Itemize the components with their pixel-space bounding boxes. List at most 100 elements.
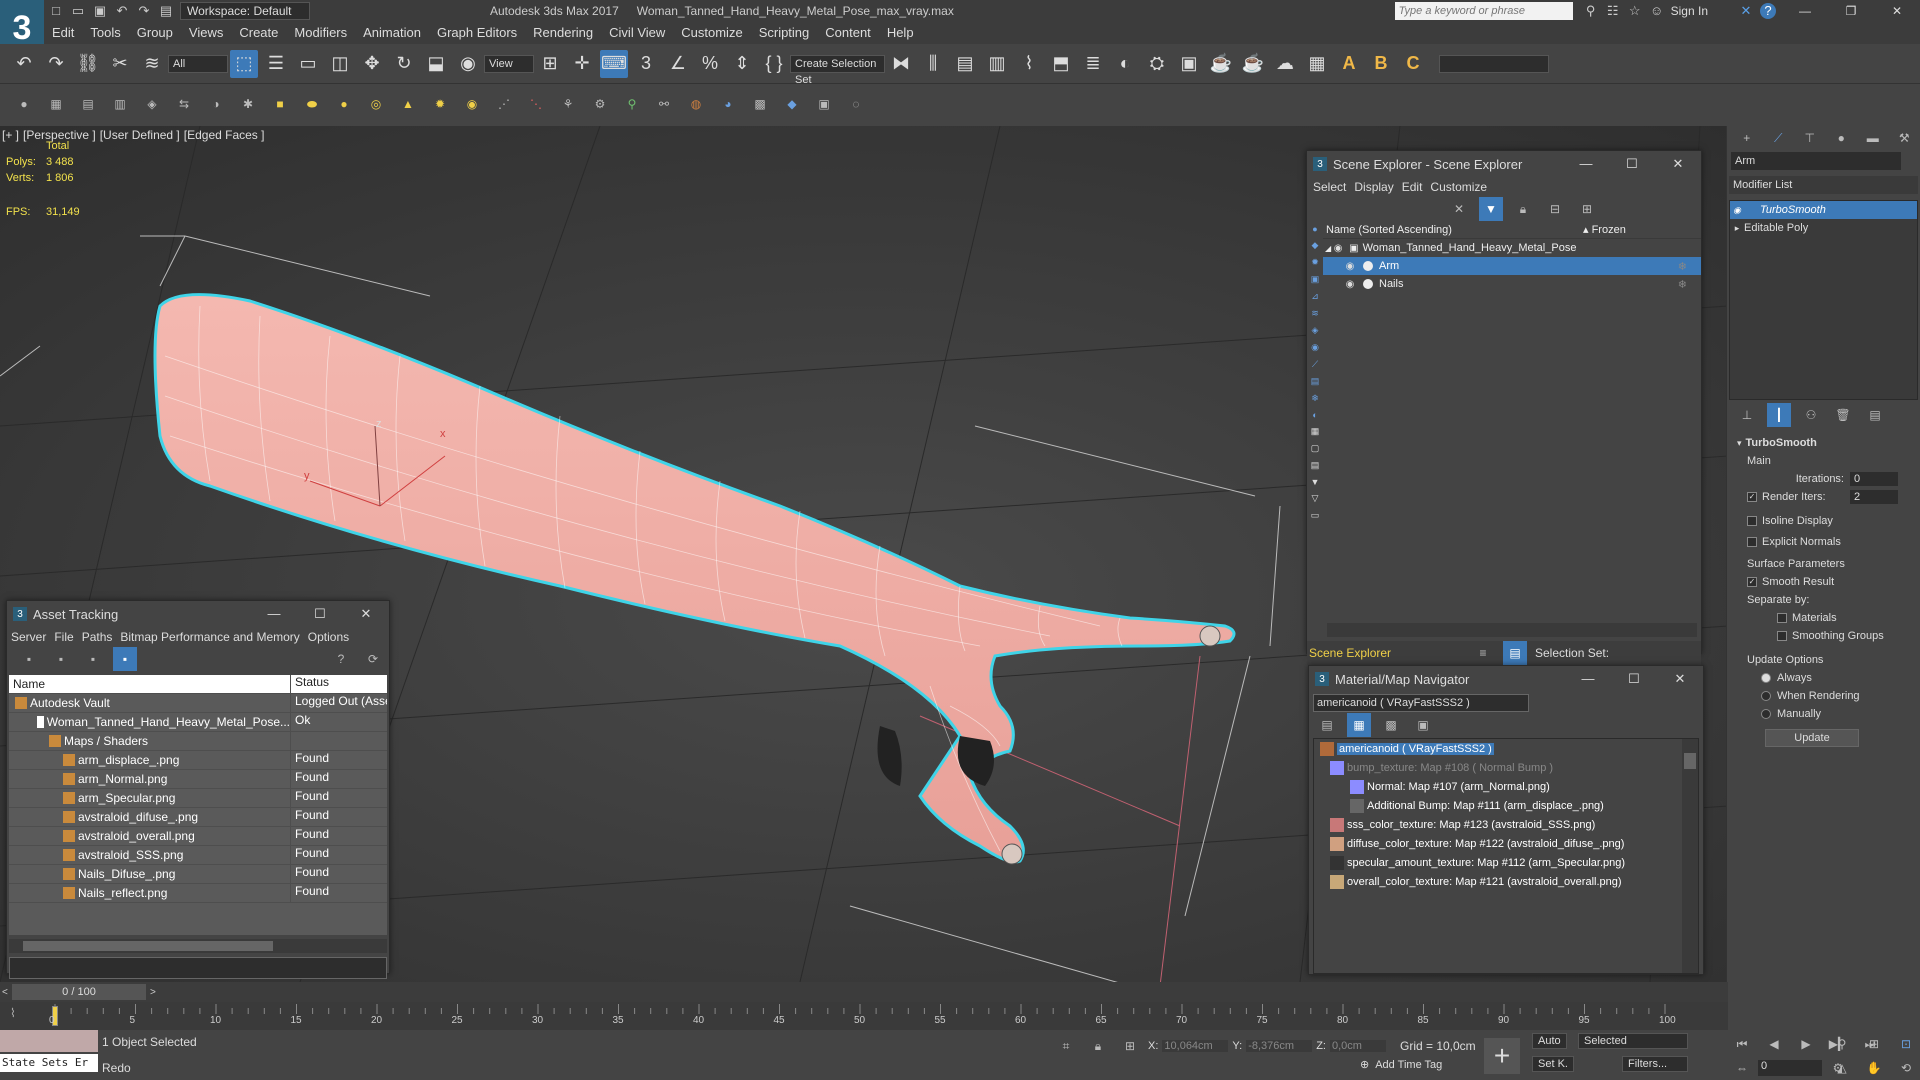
key-filter-select[interactable]: Selected (1578, 1033, 1688, 1049)
manually-radio[interactable] (1761, 709, 1771, 719)
clear-search-icon[interactable]: ✕ (1447, 197, 1471, 221)
filter-cameras-icon[interactable]: ▣ (1311, 274, 1320, 285)
details-view-icon[interactable]: ▪ (113, 647, 137, 671)
menu-graph-editors[interactable]: Graph Editors (429, 22, 525, 44)
motion-tab-icon[interactable]: ● (1830, 126, 1854, 150)
display-tab-icon[interactable]: ▬ (1861, 126, 1885, 150)
map-item[interactable]: overall_color_texture: Map #121 (avstral… (1314, 872, 1680, 891)
track-bar[interactable]: ⌇ 0 5 10 15 20 25 30 35 40 45 50 55 60 65 70 75 80 85 90 95… (0, 1002, 1728, 1030)
tree-item-nails[interactable]: ◉ Nails ❄ (1323, 275, 1701, 293)
lock-icon[interactable]: 🔒︎ (1511, 197, 1535, 221)
visibility-eye-icon[interactable]: ◉ (1343, 261, 1357, 272)
asset-row[interactable]: avstraloid_difuse_.png Found (9, 808, 387, 827)
always-radio[interactable] (1761, 673, 1771, 683)
render-iters-checkbox[interactable]: ✓ (1747, 492, 1757, 502)
toolbar2-icon-7[interactable]: ✱ (236, 92, 260, 116)
asset-menu-bitmap-performance-and-memory[interactable]: Bitmap Performance and Memory (120, 630, 299, 644)
help-icon[interactable]: ? (1760, 3, 1776, 19)
layer-stack-icon[interactable]: ≡ (1471, 641, 1495, 665)
orbit-icon[interactable]: ⟲ (1894, 1056, 1918, 1080)
mirror-icon[interactable]: ⧓ (887, 50, 915, 78)
toolbar2-icon-14[interactable]: ◍ (684, 92, 708, 116)
bind-space-warp-icon[interactable]: ≋ (138, 50, 166, 78)
show-end-result-icon[interactable]: ┃ (1767, 403, 1791, 427)
minimize-button[interactable]: — (251, 606, 297, 622)
tree-root-item[interactable]: ◢ ◉ ▣ Woman_Tanned_Hand_Heavy_Metal_Pose (1323, 239, 1701, 257)
render-iterative-icon[interactable]: ☕ (1239, 50, 1267, 78)
toolbar2-icon-5[interactable]: ⇆ (172, 92, 196, 116)
modifier-turbosmooth[interactable]: ◉ TurboSmooth (1730, 201, 1917, 219)
asset-row[interactable]: avstraloid_overall.png Found (9, 827, 387, 846)
vray-c-icon[interactable]: C (1399, 50, 1427, 78)
key-filters-button[interactable]: Filters... (1622, 1056, 1688, 1072)
filter-hidden-icon[interactable]: ◐ (1312, 410, 1317, 420)
display-children-icon[interactable]: ▭ (1311, 510, 1320, 521)
toolbar2-icon-13[interactable]: ⚯ (652, 92, 676, 116)
view-list-icon[interactable]: ▤ (1315, 713, 1339, 737)
rollout-header[interactable]: ▾ TurboSmooth (1737, 434, 1910, 452)
remove-modifier-icon[interactable]: 🗑︎ (1831, 403, 1855, 427)
toolbar2-icon-8[interactable]: ⋰ (492, 92, 516, 116)
map-item[interactable]: Additional Bump: Map #111 (arm_displace_… (1314, 796, 1680, 815)
edit-named-selection-icon[interactable]: { } (760, 50, 788, 78)
tree-item-arm[interactable]: ◉ Arm ❄ (1323, 257, 1701, 275)
tree-view-icon[interactable]: ▪ (49, 647, 73, 671)
viewport-plus-menu[interactable]: [+ ] (2, 128, 19, 142)
time-tag-area[interactable]: ⊕ Add Time Tag (1360, 1058, 1442, 1072)
absolute-mode-icon[interactable]: ⊞ (1118, 1034, 1142, 1058)
map-item[interactable]: sss_color_texture: Map #123 (avstraloid_… (1314, 815, 1680, 834)
menu-create[interactable]: Create (231, 22, 286, 44)
time-slider-thumb[interactable]: 0 / 100 (12, 984, 146, 1000)
window-crossing-icon[interactable]: ◫ (326, 50, 354, 78)
zoom-all-icon[interactable]: ⊞ (1862, 1032, 1886, 1056)
material-editor-icon[interactable]: ◐ (1111, 50, 1139, 78)
nail-pinky[interactable] (1001, 843, 1023, 865)
keyboard-shortcut-override-icon[interactable]: ⌨ (600, 49, 628, 78)
map-item[interactable]: specular_amount_texture: Map #112 (arm_S… (1314, 853, 1680, 872)
light-icon[interactable]: ✹ (428, 92, 452, 116)
layers-icon[interactable]: ⊞ (1575, 197, 1599, 221)
display-none-icon[interactable]: ▢ (1311, 443, 1320, 454)
viewport-shading-menu[interactable]: [User Defined ] (100, 128, 180, 142)
map-item[interactable]: diffuse_color_texture: Map #122 (avstral… (1314, 834, 1680, 853)
time-slider[interactable]: < 0 / 100 > (0, 982, 1728, 1002)
rotate-icon[interactable]: ↻ (390, 50, 418, 78)
smooth-result-checkbox[interactable]: ✓ (1747, 577, 1757, 587)
expand-arrow-icon[interactable]: ▸ (1730, 223, 1744, 234)
map-item[interactable]: Normal: Map #107 (arm_Normal.png) (1314, 777, 1680, 796)
align-icon[interactable]: ⫼ (919, 50, 947, 78)
menu-modifiers[interactable]: Modifiers (286, 22, 355, 44)
asset-row[interactable]: avstraloid_SSS.png Found (9, 846, 387, 865)
rect-selection-icon[interactable]: ▭ (294, 50, 322, 78)
z-coord-field[interactable]: 0,0cm (1329, 1040, 1386, 1052)
render-setup-icon[interactable]: ⛭ (1143, 50, 1171, 78)
filter-containers-icon[interactable]: ▤ (1311, 376, 1320, 387)
status-column-header[interactable]: Status (291, 675, 387, 693)
material-name-field[interactable]: americanoid ( VRayFastSSS2 ) (1313, 694, 1529, 712)
asset-row[interactable]: Maps / Shaders (9, 732, 387, 751)
toolbar2-icon-9[interactable]: ⋱ (524, 92, 548, 116)
modify-tab-icon[interactable]: ⟋ (1767, 126, 1791, 150)
render-production-icon[interactable]: ☕ (1207, 50, 1235, 78)
favorites-star-icon[interactable]: ☆ (1627, 3, 1643, 19)
close-button[interactable]: ✕ (343, 606, 389, 622)
asset-row[interactable]: arm_Normal.png Found (9, 770, 387, 789)
map-item[interactable]: bump_texture: Map #108 ( Normal Bump ) (1314, 758, 1680, 777)
explorer-menu-customize[interactable]: Customize (1430, 180, 1487, 194)
toolbar2-icon-18[interactable]: ▣ (812, 92, 836, 116)
when-rendering-radio[interactable] (1761, 691, 1771, 701)
menu-civil-view[interactable]: Civil View (601, 22, 673, 44)
visibility-eye-icon[interactable]: ◉ (1343, 279, 1357, 290)
y-coord-field[interactable]: -8,376cm (1246, 1040, 1313, 1052)
filter-frozen-icon[interactable]: ❄ (1311, 393, 1319, 404)
exchange-apps-icon[interactable]: ✕ (1738, 3, 1754, 19)
small-icons-icon[interactable]: ▪ (81, 647, 105, 671)
spinner-snap-icon[interactable]: ⇕ (728, 50, 756, 78)
menu-group[interactable]: Group (129, 22, 181, 44)
viewport-faces-menu[interactable]: [Edged Faces ] (184, 128, 265, 142)
close-button[interactable]: ✕ (1655, 156, 1701, 172)
freeze-icon[interactable]: ❄ (1678, 278, 1687, 291)
explorer-menu-select[interactable]: Select (1313, 180, 1346, 194)
percent-snap-icon[interactable]: % (696, 50, 724, 78)
link-icon[interactable]: ⛓ (74, 50, 102, 78)
